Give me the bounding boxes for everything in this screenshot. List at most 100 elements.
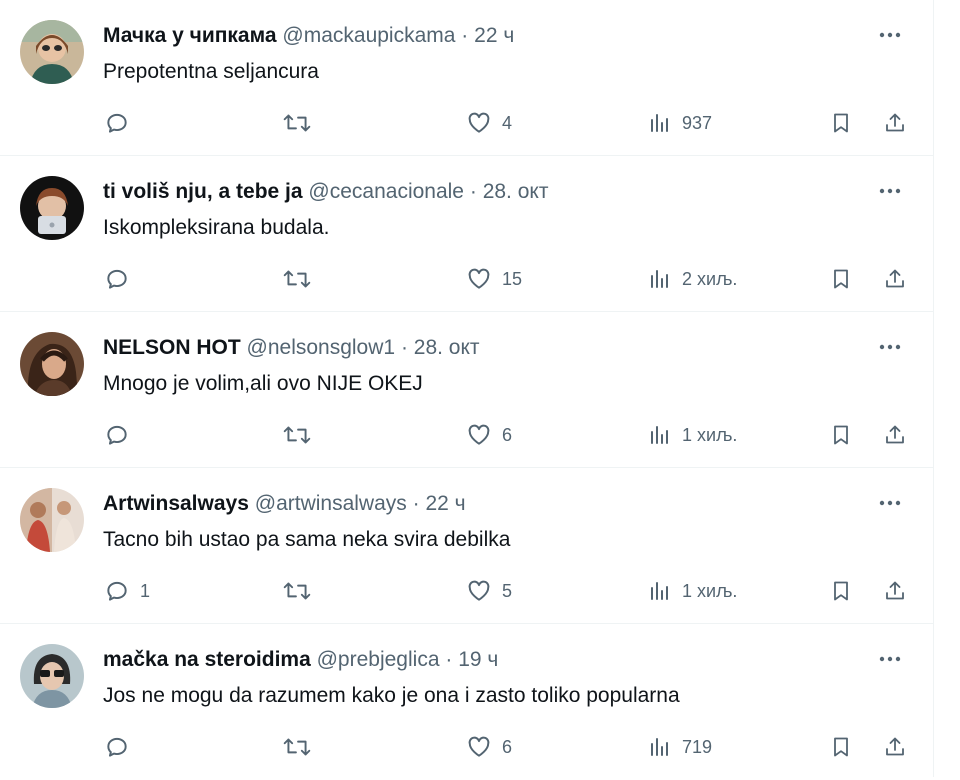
- more-icon[interactable]: [875, 178, 905, 204]
- share-icon: [886, 269, 904, 288]
- tweet-header: NELSON HOT @nelsonsglow1 · 28. окт: [103, 335, 480, 361]
- avatar[interactable]: [20, 644, 84, 708]
- bookmark-icon: [834, 737, 848, 757]
- like-icon: [468, 112, 490, 133]
- tweet-time[interactable]: 19 ч: [458, 648, 498, 671]
- reply-button[interactable]: [104, 418, 140, 452]
- more-icon[interactable]: [875, 22, 905, 48]
- views-icon: [651, 582, 668, 600]
- reply-icon: [107, 737, 127, 757]
- tweet-header: ti voliš nju, a tebe ja @cecanacionale ·…: [103, 179, 548, 205]
- tweet-time[interactable]: 22 ч: [474, 24, 514, 47]
- author-handle[interactable]: @prebjeglica: [317, 648, 440, 671]
- meta-separator: ·: [412, 492, 420, 515]
- author-name[interactable]: Artwinsalways: [103, 492, 249, 515]
- like-icon: [468, 268, 490, 289]
- retweet-button[interactable]: [282, 418, 312, 452]
- retweet-button[interactable]: [282, 106, 312, 140]
- reply-icon: [107, 425, 127, 445]
- share-icon: [886, 737, 904, 756]
- like-count: 6: [502, 736, 513, 757]
- like-icon: [468, 424, 490, 445]
- tweet[interactable]: Мачка у чипкама @mackaupickama · 22 ч Pr…: [0, 0, 933, 156]
- more-icon[interactable]: [875, 334, 905, 360]
- tweet-text: Mnogo je volim,ali ovo NIJE OKEJ: [103, 372, 423, 395]
- reply-button[interactable]: 1: [104, 574, 150, 608]
- bookmark-icon: [834, 269, 848, 289]
- action-bar: 4 937: [0, 106, 933, 140]
- tweet[interactable]: NELSON HOT @nelsonsglow1 · 28. окт Mnogo…: [0, 312, 933, 468]
- meta-separator: ·: [469, 180, 477, 203]
- share-button[interactable]: [883, 730, 907, 764]
- retweet-icon: [283, 738, 311, 756]
- meta-separator: ·: [400, 336, 408, 359]
- tweet[interactable]: mačka na steroidima @prebjeglica · 19 ч …: [0, 624, 933, 780]
- avatar[interactable]: [20, 20, 84, 84]
- bookmark-button[interactable]: [829, 262, 853, 296]
- retweet-button[interactable]: [282, 574, 312, 608]
- views-icon: [651, 738, 668, 756]
- reply-feed: Мачка у чипкама @mackaupickama · 22 ч Pr…: [0, 0, 934, 777]
- reply-button[interactable]: [104, 262, 140, 296]
- reply-button[interactable]: [104, 106, 140, 140]
- retweet-button[interactable]: [282, 730, 312, 764]
- like-button[interactable]: 4: [466, 106, 512, 140]
- tweet-time[interactable]: 28. окт: [414, 336, 480, 359]
- views-icon: [651, 270, 668, 288]
- bookmark-icon: [834, 581, 848, 601]
- author-handle[interactable]: @artwinsalways: [255, 492, 407, 515]
- author-name[interactable]: NELSON HOT: [103, 336, 241, 359]
- more-icon[interactable]: [875, 490, 905, 516]
- avatar[interactable]: [20, 176, 84, 240]
- like-button[interactable]: 5: [466, 574, 512, 608]
- like-button[interactable]: 15: [466, 262, 522, 296]
- author-name[interactable]: Мачка у чипкама: [103, 24, 277, 47]
- more-icon[interactable]: [875, 646, 905, 672]
- tweet[interactable]: Artwinsalways @artwinsalways · 22 ч Tacn…: [0, 468, 933, 624]
- bookmark-icon: [834, 425, 848, 445]
- bookmark-button[interactable]: [829, 574, 853, 608]
- author-handle[interactable]: @mackaupickama: [282, 24, 455, 47]
- views-button[interactable]: 1 хиљ.: [648, 418, 737, 452]
- like-icon: [468, 736, 490, 757]
- bookmark-button[interactable]: [829, 418, 853, 452]
- reply-button[interactable]: [104, 730, 140, 764]
- share-button[interactable]: [883, 574, 907, 608]
- like-button[interactable]: 6: [466, 730, 512, 764]
- share-icon: [886, 425, 904, 444]
- author-handle[interactable]: @nelsonsglow1: [247, 336, 396, 359]
- share-button[interactable]: [883, 418, 907, 452]
- action-bar: 15 2 хиљ.: [0, 262, 933, 296]
- meta-separator: ·: [461, 24, 469, 47]
- share-button[interactable]: [883, 106, 907, 140]
- avatar[interactable]: [20, 332, 84, 396]
- view-count: 719: [682, 736, 713, 757]
- share-button[interactable]: [883, 262, 907, 296]
- like-count: 15: [502, 268, 523, 289]
- views-button[interactable]: 1 хиљ.: [648, 574, 737, 608]
- like-count: 5: [502, 580, 513, 601]
- retweet-button[interactable]: [282, 262, 312, 296]
- like-count: 4: [502, 112, 513, 133]
- bookmark-button[interactable]: [829, 106, 853, 140]
- view-count: 937: [682, 112, 713, 133]
- share-icon: [886, 581, 904, 600]
- views-button[interactable]: 719: [648, 730, 712, 764]
- bookmark-button[interactable]: [829, 730, 853, 764]
- tweet-time[interactable]: 28. окт: [483, 180, 549, 203]
- author-name[interactable]: mačka na steroidima: [103, 648, 311, 671]
- author-handle[interactable]: @cecanacionale: [308, 180, 464, 203]
- views-icon: [651, 426, 668, 444]
- tweet[interactable]: ti voliš nju, a tebe ja @cecanacionale ·…: [0, 156, 933, 312]
- views-button[interactable]: 937: [648, 106, 712, 140]
- like-count: 6: [502, 424, 513, 445]
- avatar[interactable]: [20, 488, 84, 552]
- author-name[interactable]: ti voliš nju, a tebe ja: [103, 180, 303, 203]
- action-bar: 1 5 1 хиљ.: [0, 574, 933, 608]
- view-count: 2 хиљ.: [682, 268, 738, 289]
- views-button[interactable]: 2 хиљ.: [648, 262, 737, 296]
- tweet-time[interactable]: 22 ч: [425, 492, 465, 515]
- like-button[interactable]: 6: [466, 418, 512, 452]
- reply-count: 1: [140, 580, 151, 601]
- meta-separator: ·: [445, 648, 453, 671]
